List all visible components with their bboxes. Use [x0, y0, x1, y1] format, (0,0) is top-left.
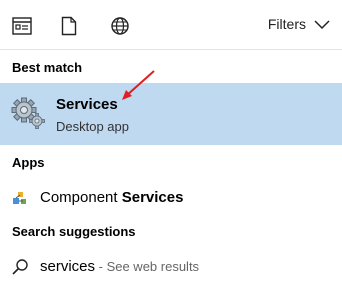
- documents-icon[interactable]: [57, 14, 81, 38]
- component-services-icon: [13, 192, 26, 204]
- toolbar-divider: [0, 49, 342, 50]
- section-header-search-suggestions: Search suggestions: [12, 224, 136, 239]
- app-item-label-match: Services: [121, 189, 184, 206]
- section-header-apps: Apps: [12, 155, 45, 170]
- chevron-down-icon: [314, 20, 330, 30]
- search-suggestion-label: services - See web results: [40, 258, 199, 275]
- section-header-best-match: Best match: [12, 60, 83, 75]
- best-match-item-services[interactable]: Services Desktop app: [0, 83, 342, 145]
- search-filter-toolbar: Filters: [0, 0, 342, 50]
- filters-dropdown[interactable]: Filters: [268, 16, 330, 32]
- red-arrow-annotation: [122, 70, 155, 100]
- app-item-label-prefix: Component: [40, 189, 122, 206]
- search-suggestion-hint: - See web results: [95, 259, 200, 274]
- search-suggestion-query: services: [40, 258, 96, 275]
- filters-label: Filters: [267, 16, 306, 32]
- gear-services-icon: [11, 97, 45, 129]
- web-globe-icon[interactable]: [108, 14, 132, 38]
- search-icon: [12, 259, 28, 275]
- app-item-component-services[interactable]: Component Services: [0, 184, 342, 212]
- search-suggestion-item[interactable]: services - See web results: [0, 253, 342, 281]
- best-match-subtitle: Desktop app: [56, 119, 129, 134]
- best-match-title: Services: [56, 96, 118, 113]
- apps-icon[interactable]: [10, 14, 34, 38]
- app-item-label: Component Services: [40, 189, 183, 206]
